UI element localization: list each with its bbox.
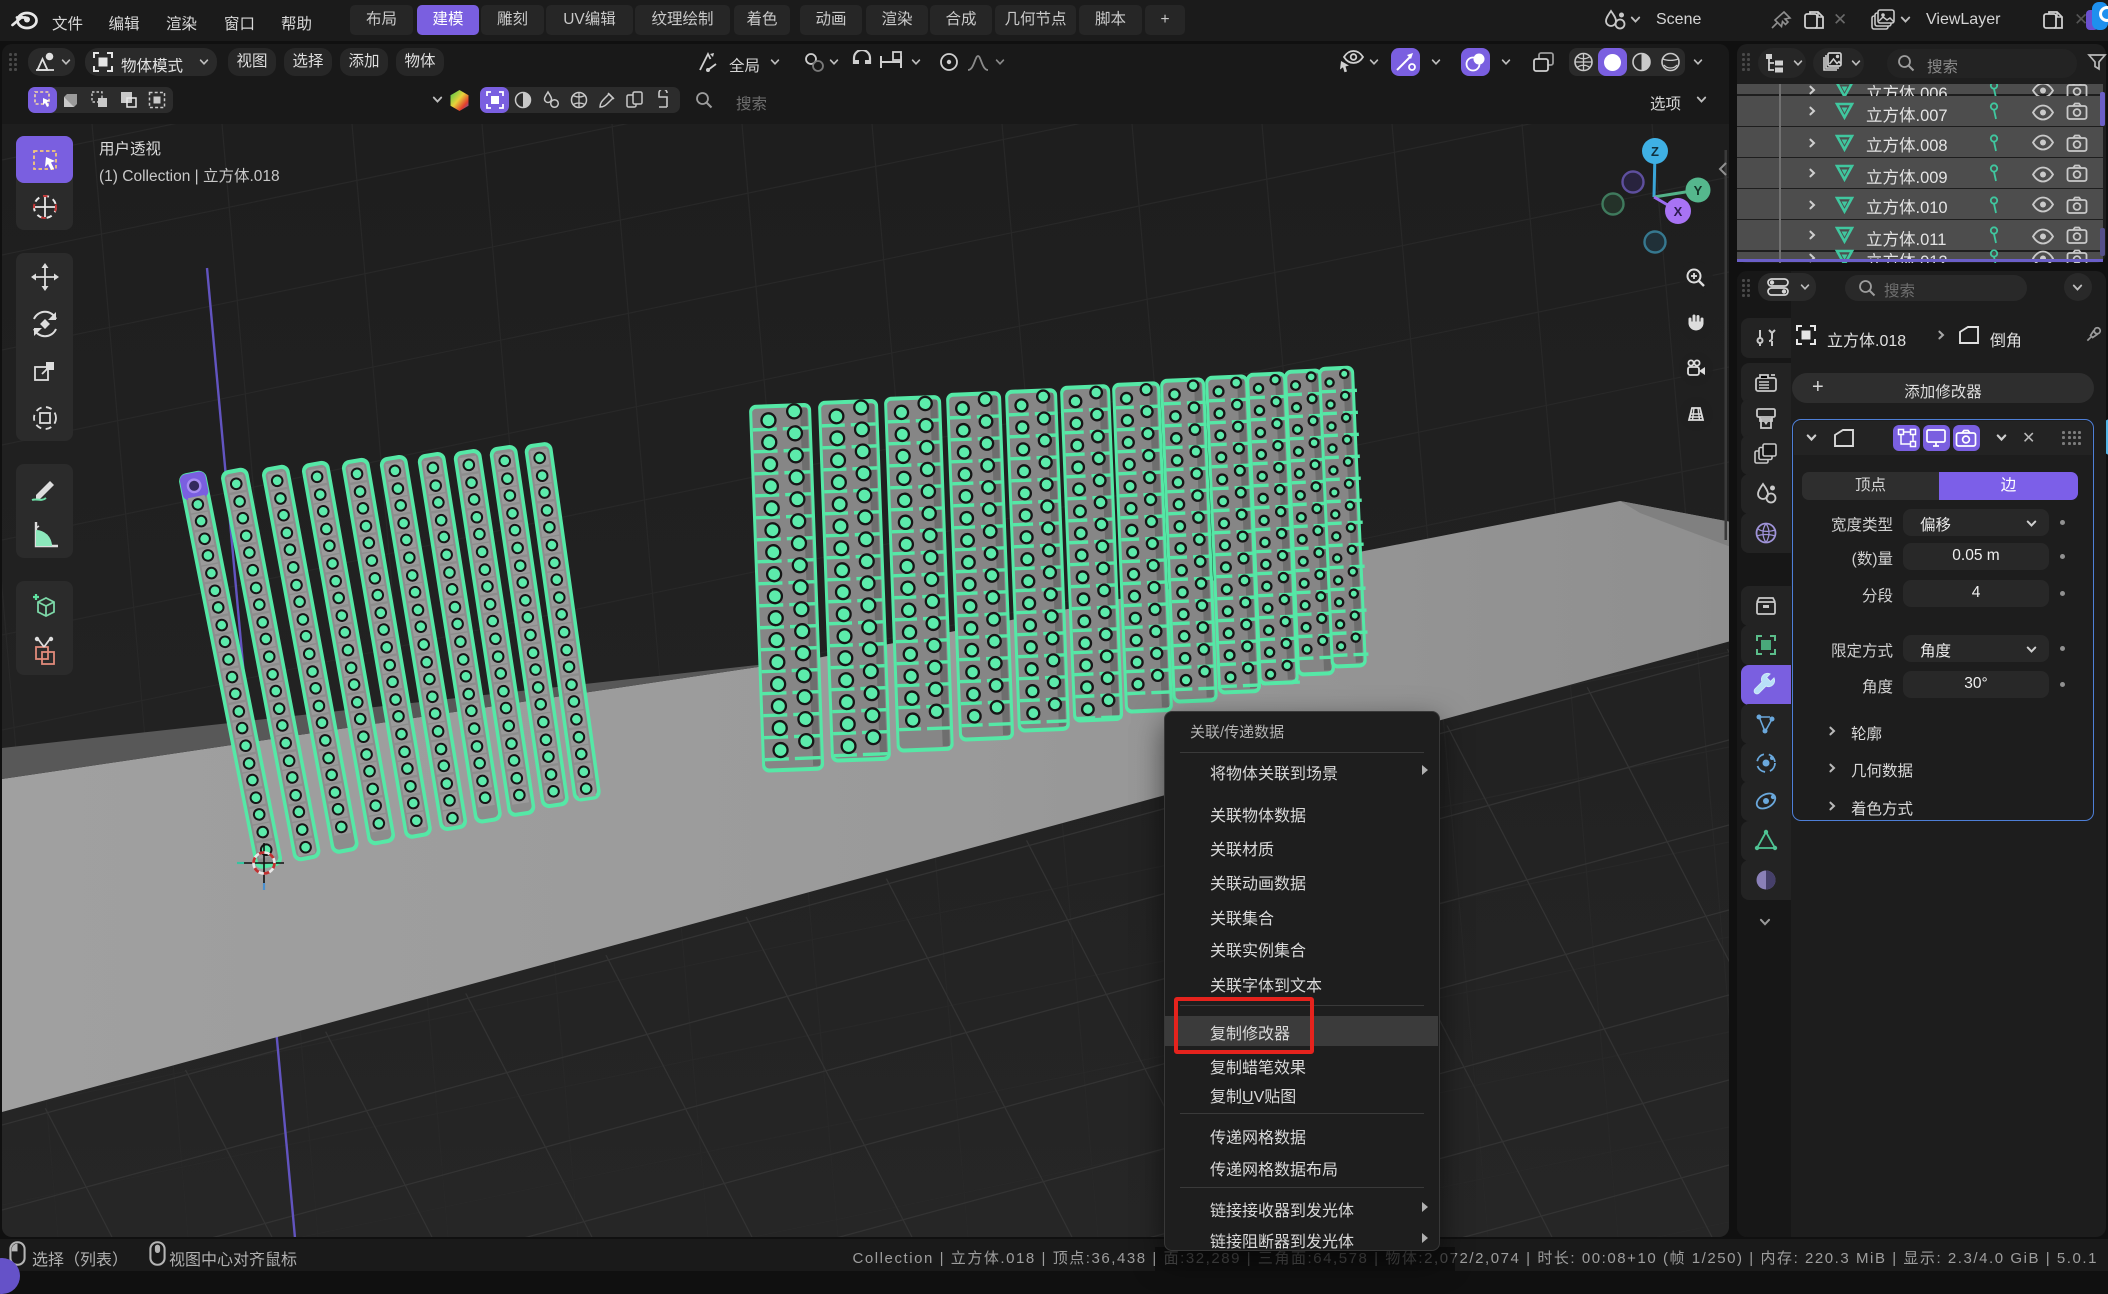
svg-text:Z: Z: [1651, 144, 1659, 159]
svg-text:X: X: [1674, 204, 1683, 219]
svg-text:Y: Y: [1694, 183, 1703, 198]
